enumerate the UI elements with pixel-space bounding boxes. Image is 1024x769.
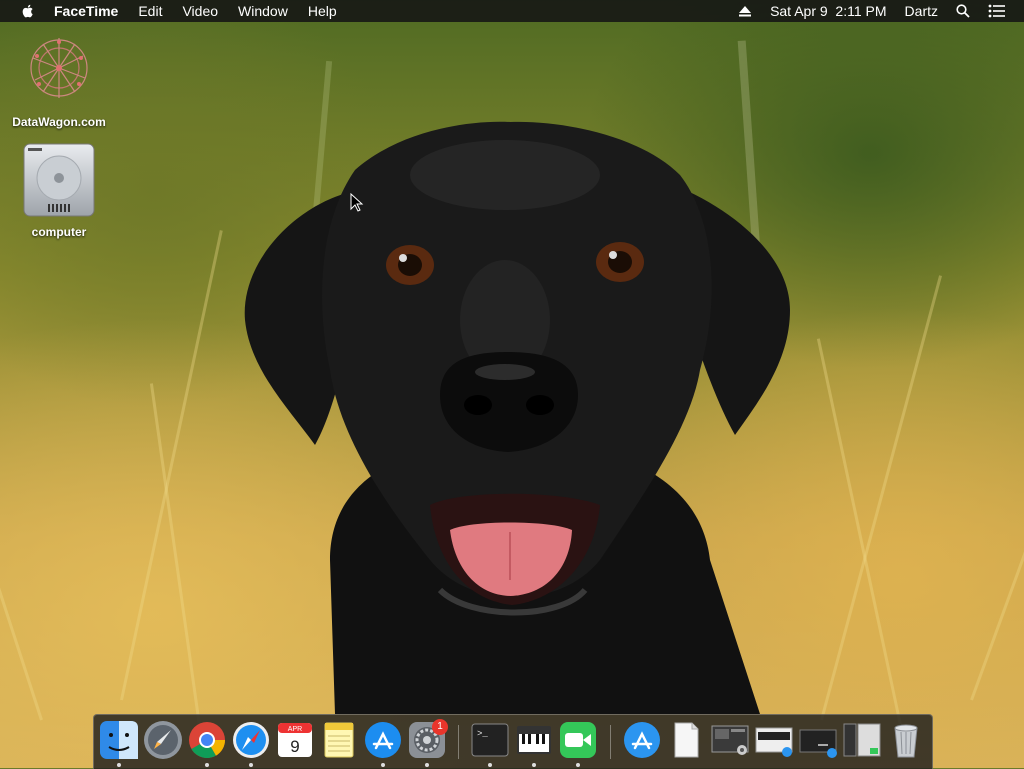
app-store-folder-icon[interactable] (622, 720, 662, 760)
calendar-day: 9 (290, 737, 299, 756)
menu-edit[interactable]: Edit (138, 3, 162, 19)
system-preferences-badge: 1 (432, 719, 448, 735)
menu-user[interactable]: Dartz (905, 3, 938, 19)
menu-bar: FaceTime Edit Video Window Help Sat Apr … (0, 0, 1024, 22)
spotlight-search-icon[interactable] (956, 4, 970, 18)
launchpad-rocket-icon[interactable] (143, 720, 183, 760)
dog-photo (244, 121, 790, 714)
piano-keyboard-icon[interactable] (514, 720, 554, 760)
menu-app-name[interactable]: FaceTime (54, 3, 118, 19)
document-icon[interactable] (666, 720, 706, 760)
finder-icon[interactable] (99, 720, 139, 760)
notes-icon[interactable] (319, 720, 359, 760)
minimized-window-icon[interactable] (842, 720, 882, 760)
screenshot-thumbnail-icon[interactable] (710, 720, 750, 760)
dock-separator (458, 725, 459, 759)
menu-clock[interactable]: Sat Apr 9 2:11 PM (770, 3, 886, 19)
minimized-window-icon[interactable] (798, 720, 838, 760)
hard-drive-icon (23, 143, 95, 217)
mouse-pointer-icon (350, 193, 364, 212)
datawagon-logo-icon (30, 38, 88, 98)
desktop-icon-label: computer (31, 225, 87, 239)
menu-video[interactable]: Video (182, 3, 218, 19)
dock: APR 9 >_ (93, 714, 933, 769)
apple-menu-icon[interactable] (20, 3, 36, 19)
screenshot-thumbnail-icon[interactable] (754, 720, 794, 760)
terminal-icon[interactable]: >_ (470, 720, 510, 760)
menu-window[interactable]: Window (238, 3, 288, 19)
svg-text:>_: >_ (477, 729, 488, 739)
eject-icon[interactable] (738, 5, 752, 17)
dock-separator (610, 725, 611, 759)
facetime-icon[interactable] (558, 720, 598, 760)
chrome-icon[interactable] (187, 720, 227, 760)
trash-icon[interactable] (886, 720, 926, 760)
desktop-icon-datawagon[interactable]: DataWagon.com (9, 28, 109, 129)
calendar-icon[interactable]: APR 9 (275, 720, 315, 760)
notification-center-icon[interactable] (988, 4, 1006, 18)
safari-compass-icon[interactable] (231, 720, 271, 760)
app-store-icon[interactable] (363, 720, 403, 760)
desktop-icon-label: DataWagon.com (12, 115, 106, 129)
calendar-month: APR (288, 726, 302, 733)
menu-help[interactable]: Help (308, 3, 337, 19)
desktop-icon-computer[interactable]: computer (9, 142, 109, 239)
